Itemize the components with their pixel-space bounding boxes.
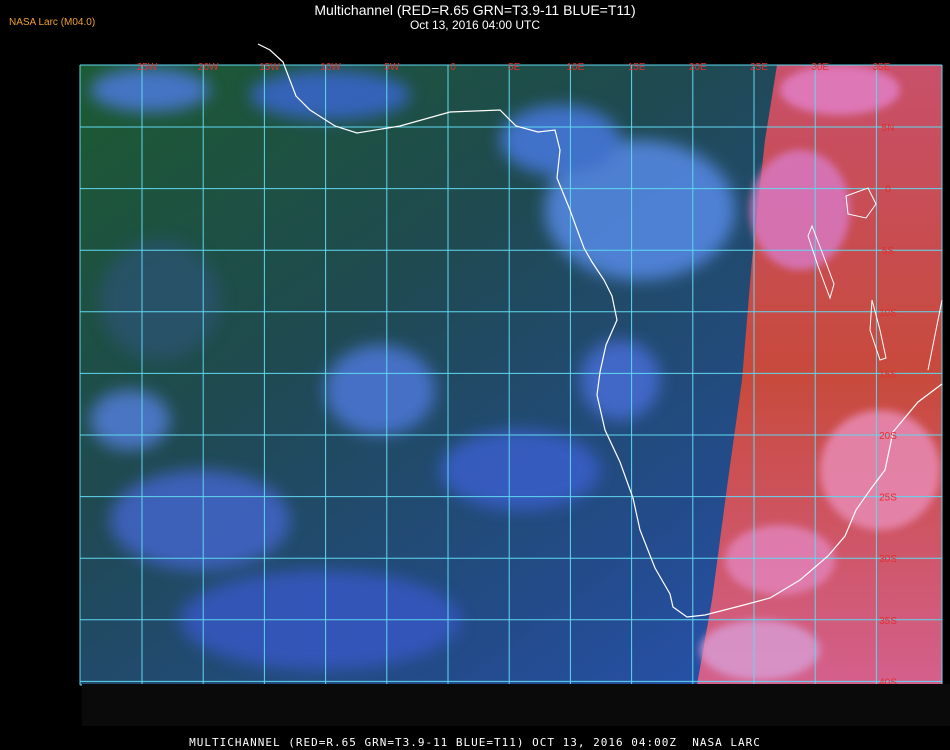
latitude-label: 30S: [879, 554, 897, 565]
longitude-label: 15E: [628, 62, 646, 73]
longitude-label: 10E: [567, 62, 585, 73]
latitude-label: 5N: [882, 123, 895, 134]
longitude-label: 30E: [811, 62, 829, 73]
longitude-label: 5W: [384, 62, 400, 73]
imagery-layer: [80, 65, 942, 685]
longitude-label: 20W: [198, 62, 219, 73]
latitude-label: 0: [885, 185, 891, 196]
longitude-label: 25W: [137, 62, 158, 73]
longitude-label: 5E: [508, 62, 521, 73]
satellite-map: 25W 20W 15W 10W 5W 0 5E 10E 15E 20E 25E 30E 35E 5N 0 5S…: [79, 43, 943, 688]
latitude-label: 5S: [882, 246, 895, 257]
longitude-label: 20E: [689, 62, 707, 73]
footer-caption: MULTICHANNEL (RED=R.65 GRN=T3.9-11 BLUE=…: [189, 736, 761, 749]
latitude-label: 15S: [879, 369, 897, 380]
longitude-label: 35E: [873, 62, 891, 73]
latitude-label: 10S: [879, 308, 897, 319]
latitude-label: 20S: [879, 431, 897, 442]
latitude-label: 35S: [879, 616, 897, 627]
longitude-label: 0: [450, 62, 456, 73]
latitude-label: 25S: [879, 493, 897, 504]
bottom-strip: [82, 684, 950, 726]
longitude-label: 15W: [259, 62, 280, 73]
longitude-label: 25E: [750, 62, 768, 73]
longitude-label: 10W: [320, 62, 341, 73]
